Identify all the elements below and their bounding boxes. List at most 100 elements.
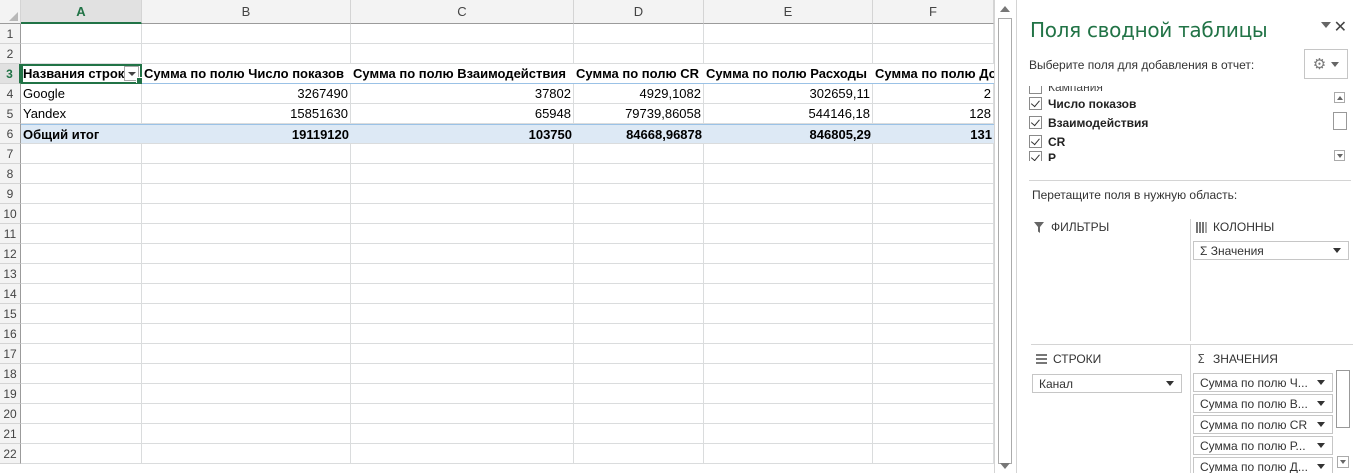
cell[interactable] — [704, 44, 873, 64]
cell[interactable] — [873, 24, 994, 44]
cell[interactable] — [574, 164, 704, 184]
pivot-value-cell[interactable]: 302659,11 — [704, 84, 873, 104]
grand-total-cell[interactable]: 131 — [873, 124, 994, 144]
cell[interactable] — [142, 204, 351, 224]
cell[interactable] — [574, 184, 704, 204]
cell[interactable] — [21, 284, 142, 304]
cell[interactable] — [21, 24, 142, 44]
scroll-up-arrow-icon[interactable] — [1000, 6, 1010, 12]
pivot-value-cell[interactable]: 15851630 — [142, 104, 351, 124]
cell[interactable] — [873, 324, 994, 344]
row-header[interactable]: 20 — [0, 404, 21, 424]
cell[interactable] — [704, 184, 873, 204]
cell[interactable] — [704, 164, 873, 184]
cell[interactable] — [704, 424, 873, 444]
cell[interactable] — [704, 24, 873, 44]
chevron-down-icon[interactable] — [1317, 464, 1325, 469]
row-header[interactable]: 7 — [0, 144, 21, 164]
cell[interactable] — [873, 184, 994, 204]
cell[interactable] — [873, 144, 994, 164]
pivot-column-header[interactable]: Сумма по полю CR — [574, 64, 704, 84]
field-checkbox[interactable] — [1029, 86, 1042, 94]
pane-options-chevron-down-icon[interactable] — [1321, 22, 1331, 28]
cell[interactable] — [704, 364, 873, 384]
column-header-f[interactable]: F — [873, 0, 994, 24]
row-header[interactable]: 8 — [0, 164, 21, 184]
rows-channel-pill[interactable]: Канал — [1032, 374, 1182, 393]
column-header-d[interactable]: D — [574, 0, 704, 24]
select-all-corner[interactable] — [0, 0, 21, 24]
row-header[interactable]: 16 — [0, 324, 21, 344]
cell[interactable] — [704, 324, 873, 344]
pivot-row-label[interactable]: Google — [21, 84, 142, 104]
cell[interactable] — [574, 224, 704, 244]
field-checkbox[interactable] — [1029, 116, 1042, 129]
cell[interactable] — [351, 324, 574, 344]
pivot-value-cell[interactable]: 79739,86058 — [574, 104, 704, 124]
pivot-column-header[interactable]: Сумма по полю До — [873, 64, 994, 84]
row-header[interactable]: 4 — [0, 84, 21, 104]
scroll-down-arrow-icon[interactable] — [1337, 456, 1349, 468]
cell[interactable] — [351, 364, 574, 384]
cell[interactable] — [142, 384, 351, 404]
grand-total-cell[interactable]: 84668,96878 — [574, 124, 704, 144]
field-checkbox[interactable] — [1029, 97, 1042, 110]
column-header-c[interactable]: C — [351, 0, 574, 24]
cell[interactable] — [873, 344, 994, 364]
cell[interactable] — [21, 164, 142, 184]
cell[interactable] — [574, 424, 704, 444]
chevron-down-icon[interactable] — [1317, 422, 1325, 427]
cell[interactable] — [873, 264, 994, 284]
cell[interactable] — [21, 204, 142, 224]
pivot-value-cell[interactable]: 65948 — [351, 104, 574, 124]
pivot-value-cell[interactable]: 2 — [873, 84, 994, 104]
cell[interactable] — [704, 304, 873, 324]
cell[interactable] — [873, 404, 994, 424]
cell[interactable] — [574, 204, 704, 224]
cell[interactable] — [704, 224, 873, 244]
scroll-down-arrow-icon[interactable] — [1334, 150, 1345, 161]
cell[interactable] — [142, 444, 351, 464]
cell[interactable] — [351, 264, 574, 284]
field-checkbox[interactable] — [1029, 135, 1042, 148]
pivot-value-cell[interactable]: 544146,18 — [704, 104, 873, 124]
row-header[interactable]: 11 — [0, 224, 21, 244]
row-header[interactable]: 14 — [0, 284, 21, 304]
cell[interactable] — [21, 184, 142, 204]
cell[interactable] — [21, 224, 142, 244]
cell[interactable] — [873, 444, 994, 464]
value-field-pill[interactable]: Сумма по полю Д... — [1193, 457, 1333, 473]
pivot-value-cell[interactable]: 3267490 — [142, 84, 351, 104]
cell[interactable] — [873, 364, 994, 384]
cell[interactable] — [574, 444, 704, 464]
pivot-value-cell[interactable]: 128 — [873, 104, 994, 124]
columns-area[interactable]: КОЛОННЫ Σ Значения — [1191, 219, 1353, 341]
row-header[interactable]: 19 — [0, 384, 21, 404]
pivot-value-cell[interactable]: 4929,1082 — [574, 84, 704, 104]
cell[interactable] — [873, 224, 994, 244]
pivot-column-header[interactable]: Сумма по полю Расходы — [704, 64, 873, 84]
row-header[interactable]: 2 — [0, 44, 21, 64]
scroll-thumb[interactable] — [998, 18, 1012, 464]
cell[interactable] — [351, 404, 574, 424]
field-layout-settings-button[interactable]: ⚙ — [1304, 49, 1348, 79]
cell[interactable] — [351, 144, 574, 164]
value-field-pill[interactable]: Сумма по полю CR — [1193, 415, 1333, 434]
row-header[interactable]: 6 — [0, 124, 21, 144]
cell[interactable] — [704, 144, 873, 164]
row-header[interactable]: 21 — [0, 424, 21, 444]
cell[interactable] — [21, 384, 142, 404]
cell[interactable] — [873, 424, 994, 444]
cell[interactable] — [704, 204, 873, 224]
scroll-up-arrow-icon[interactable] — [1334, 92, 1345, 103]
cell[interactable] — [142, 44, 351, 64]
cell[interactable] — [21, 344, 142, 364]
cell[interactable] — [142, 244, 351, 264]
cell[interactable] — [21, 364, 142, 384]
cell[interactable] — [21, 44, 142, 64]
filters-area[interactable]: ФИЛЬТРЫ — [1033, 219, 1191, 341]
grand-total-label[interactable]: Общий итог — [21, 124, 142, 144]
row-header[interactable]: 18 — [0, 364, 21, 384]
cell[interactable] — [351, 284, 574, 304]
cell[interactable] — [142, 144, 351, 164]
